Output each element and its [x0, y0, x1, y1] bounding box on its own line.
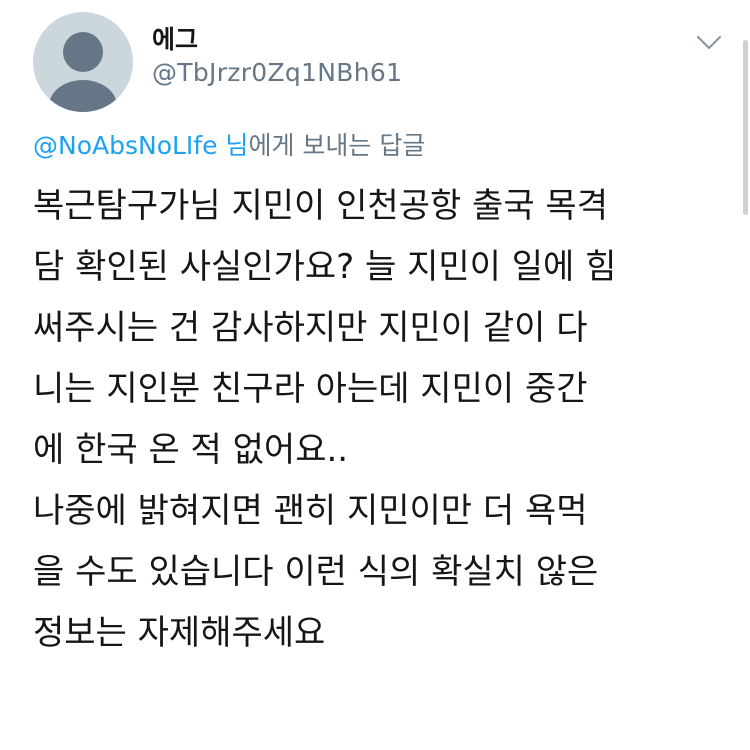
- reply-context: @NoAbsNoLIfe 님에게 보내는 답글: [33, 126, 425, 162]
- tweet-text-line: 담 확인된 사실인가요? 늘 지민이 일에 힘: [33, 247, 617, 287]
- avatar[interactable]: [33, 12, 133, 112]
- tweet-text-line: 에 한국 온 적 없어요..: [33, 430, 349, 470]
- tweet-text-line: 을 수도 있습니다 이런 식의 확실치 않은: [33, 552, 599, 592]
- display-name[interactable]: 에그: [152, 20, 198, 56]
- reply-mention-link[interactable]: @NoAbsNoLIfe: [33, 131, 217, 160]
- tweet-text-line: 니는 지인분 친구라 아는데 지민이 중간: [33, 369, 588, 409]
- scrollbar[interactable]: [743, 40, 748, 215]
- chevron-down-icon: [696, 35, 722, 50]
- user-handle[interactable]: @TbJrzr0Zq1NBh61: [152, 58, 402, 87]
- tweet-menu-button[interactable]: [694, 30, 724, 54]
- tweet-text: 복근탐구가님 지민이 인천공항 출국 목격 담 확인된 사실인가요? 늘 지민이…: [33, 176, 733, 664]
- default-profile-icon: [49, 32, 117, 112]
- tweet-text-line: 정보는 자제해주세요: [33, 613, 326, 653]
- tweet-text-line: 나중에 밝혀지면 괜히 지민이만 더 욕먹: [33, 491, 588, 531]
- reply-context-label: 에게 보내는 답글: [248, 131, 426, 160]
- tweet-text-line: 써주시는 건 감사하지만 지민이 같이 다: [33, 308, 588, 348]
- reply-honorific[interactable]: 님: [217, 131, 248, 160]
- tweet-text-line: 복근탐구가님 지민이 인천공항 출국 목격: [33, 186, 608, 226]
